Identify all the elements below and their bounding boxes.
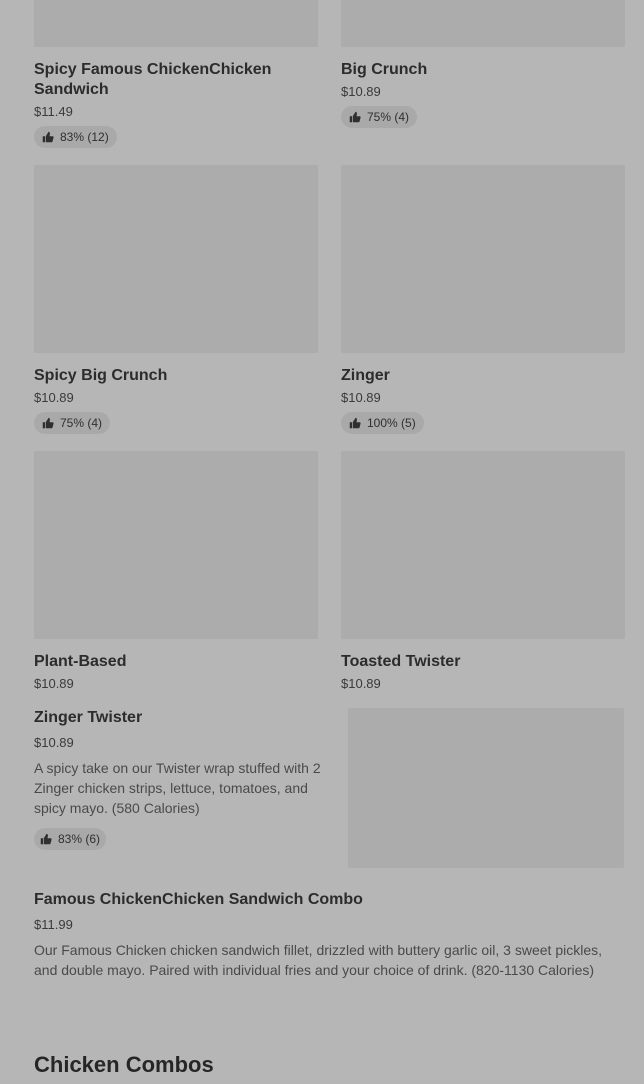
menu-item-image xyxy=(34,0,318,47)
menu-item-price: $11.49 xyxy=(34,104,73,119)
menu-item-description: A spicy take on our Twister wrap stuffed… xyxy=(34,760,321,816)
menu-item-name: Famous ChickenChicken Sandwich Combo xyxy=(34,891,363,908)
menu-item-price: $10.89 xyxy=(341,84,381,99)
menu-item-card[interactable]: Spicy Famous ChickenChicken Sandwich $11… xyxy=(34,0,318,148)
rating-badge: 83% (12) xyxy=(34,126,117,148)
menu-item-name: Spicy Famous ChickenChicken Sandwich xyxy=(34,61,272,98)
menu-item-price: $10.89 xyxy=(34,676,74,691)
rating-badge: 75% (4) xyxy=(341,106,418,128)
rating-badge: 100% (5) xyxy=(341,412,424,434)
rating-badge: 75% (4) xyxy=(34,412,111,434)
menu-item-card[interactable]: Plant-Based $10.89 xyxy=(34,451,318,692)
menu-item-price: $10.89 xyxy=(34,735,74,750)
featured-item-row[interactable]: Zinger Twister $10.89 A spicy take on ou… xyxy=(34,708,624,868)
menu-item-name: Spicy Big Crunch xyxy=(34,367,168,384)
rating-text: 83% (12) xyxy=(60,130,109,144)
thumbs-up-icon xyxy=(349,417,361,429)
thumbs-up-icon xyxy=(40,833,52,845)
featured-item-row[interactable]: Famous ChickenChicken Sandwich Combo $11… xyxy=(34,890,624,980)
menu-item-image xyxy=(341,165,625,353)
featured-item-info: Zinger Twister $10.89 A spicy take on ou… xyxy=(34,708,330,850)
rating-text: 75% (4) xyxy=(60,416,103,430)
menu-item-image xyxy=(34,165,318,353)
menu-item-name: Big Crunch xyxy=(341,61,428,78)
menu-item-name: Toasted Twister xyxy=(341,653,461,670)
menu-item-image xyxy=(341,0,625,47)
thumbs-up-icon xyxy=(42,417,54,429)
menu-item-description: Our Famous Chicken chicken sandwich fill… xyxy=(34,942,603,978)
menu-item-card[interactable]: Spicy Big Crunch $10.89 75% (4) xyxy=(34,165,318,434)
menu-item-card[interactable]: Big Crunch $10.89 75% (4) xyxy=(341,0,625,128)
menu-item-name: Plant-Based xyxy=(34,653,127,670)
menu-item-name: Zinger Twister xyxy=(34,709,143,726)
menu-item-price: $10.89 xyxy=(341,676,381,691)
rating-text: 75% (4) xyxy=(367,110,410,124)
rating-text: 83% (6) xyxy=(58,832,101,846)
menu-item-price: $11.99 xyxy=(34,917,73,932)
thumbs-up-icon xyxy=(349,111,361,123)
menu-item-image xyxy=(34,451,318,639)
menu-item-card[interactable]: Toasted Twister $10.89 xyxy=(341,451,625,692)
menu-item-card[interactable]: Zinger $10.89 100% (5) xyxy=(341,165,625,434)
menu-item-price: $10.89 xyxy=(341,390,381,405)
menu-item-name: Zinger xyxy=(341,367,390,384)
menu-item-image xyxy=(348,708,624,868)
menu-item-price: $10.89 xyxy=(34,390,74,405)
menu-item-image xyxy=(341,451,625,639)
rating-text: 100% (5) xyxy=(367,416,416,430)
section-title: Chicken Combos xyxy=(34,1052,214,1077)
thumbs-up-icon xyxy=(42,131,54,143)
rating-badge: 83% (6) xyxy=(34,828,107,850)
